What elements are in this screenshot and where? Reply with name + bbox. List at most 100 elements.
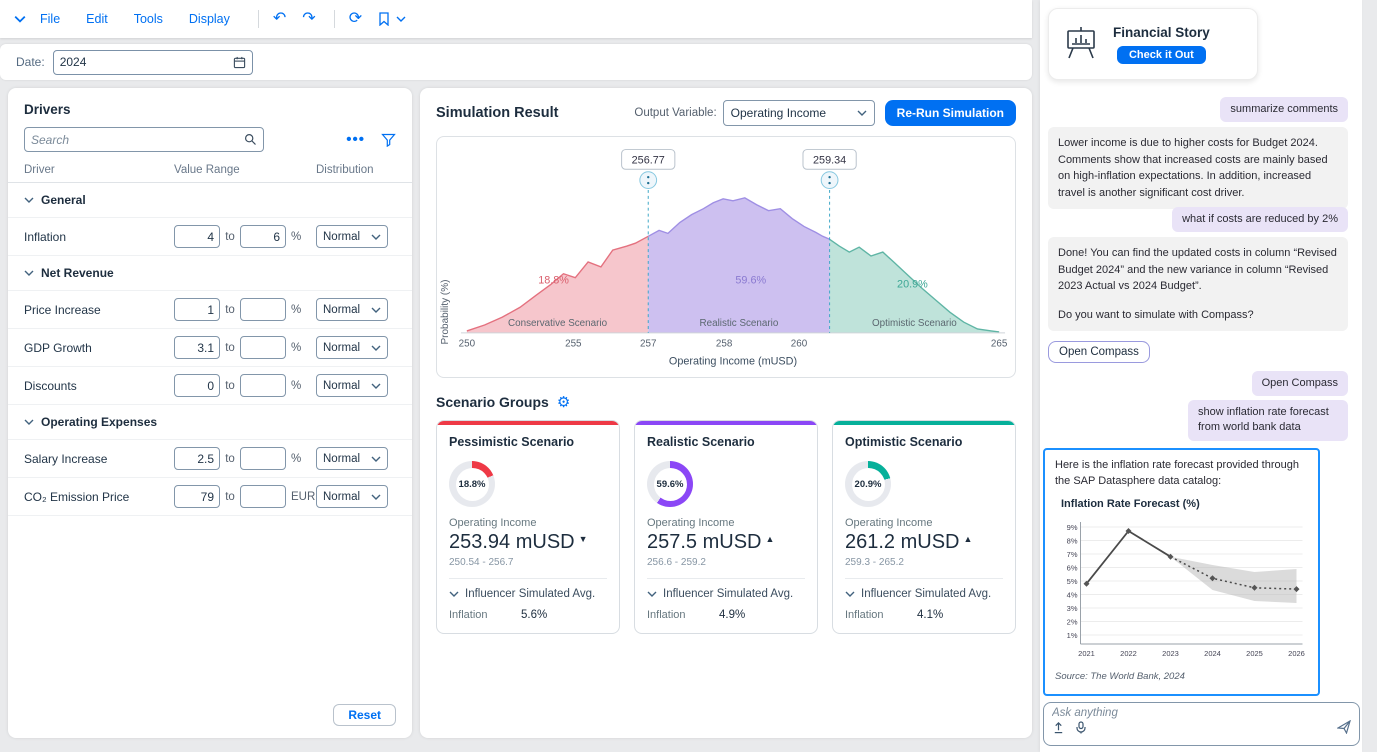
date-field[interactable] xyxy=(53,50,253,75)
microphone-icon[interactable] xyxy=(1075,721,1087,734)
menu-tools[interactable]: Tools xyxy=(134,12,163,26)
search-field[interactable] xyxy=(24,127,264,152)
send-icon[interactable] xyxy=(1337,720,1351,734)
reset-button[interactable]: Reset xyxy=(333,704,396,726)
menu-file[interactable]: File xyxy=(40,12,60,26)
toolbar-collapse-icon[interactable] xyxy=(14,15,26,23)
filter-bar: Date: xyxy=(0,44,1032,80)
chevron-down-icon xyxy=(371,456,381,462)
section-general[interactable]: General xyxy=(8,183,412,218)
to-label: to xyxy=(220,304,240,316)
driver-row-salary-increase: Salary Increase to % Normal xyxy=(8,440,412,478)
output-variable-select[interactable]: Operating Income xyxy=(723,100,875,126)
optimistic-scenario-card[interactable]: Optimistic Scenario 20.9% Operating Inco… xyxy=(832,420,1016,634)
range-from-input[interactable] xyxy=(174,447,220,470)
influencer-toggle[interactable]: Influencer Simulated Avg. xyxy=(449,588,607,600)
column-value-range: Value Range xyxy=(174,164,316,176)
filter-icon[interactable] xyxy=(381,133,396,147)
chat-input-actions xyxy=(1052,720,1351,734)
realistic-region-label: Realistic Scenario xyxy=(700,318,779,329)
menu-edit[interactable]: Edit xyxy=(86,12,108,26)
assistant-text: Here is the inflation rate forecast prov… xyxy=(1055,458,1308,490)
menu-display[interactable]: Display xyxy=(189,12,230,26)
chevron-down-icon xyxy=(845,591,855,597)
pessimistic-scenario-card[interactable]: Pessimistic Scenario 18.8% Operating Inc… xyxy=(436,420,620,634)
probability-donut: 59.6% xyxy=(647,461,693,507)
realistic-scenario-card[interactable]: Realistic Scenario 59.6% Operating Incom… xyxy=(634,420,818,634)
marker-high-value: 259.34 xyxy=(813,154,846,166)
range-from-input[interactable] xyxy=(174,336,220,359)
section-net-revenue[interactable]: Net Revenue xyxy=(8,256,412,291)
y-tick: 8% xyxy=(1067,536,1078,545)
main-toolbar: File Edit Tools Display ↶ ↷ ⟳ xyxy=(0,0,1032,38)
scenario-cards: Pessimistic Scenario 18.8% Operating Inc… xyxy=(436,420,1016,634)
distribution-select[interactable]: Normal xyxy=(316,374,388,397)
chat-input[interactable] xyxy=(1052,707,1351,719)
probability-value: 18.8% xyxy=(456,468,489,501)
bookmark-chevron-icon[interactable] xyxy=(396,16,406,22)
refresh-icon[interactable]: ⟳ xyxy=(349,11,362,27)
redo-icon[interactable]: ↷ xyxy=(302,11,315,27)
section-operating-expenses[interactable]: Operating Expenses xyxy=(8,405,412,440)
range-to-input[interactable] xyxy=(240,447,286,470)
financial-story-card[interactable]: Financial Story Check it Out xyxy=(1048,8,1258,80)
range-from-input[interactable] xyxy=(174,374,220,397)
range-from-input[interactable] xyxy=(174,485,220,508)
check-it-out-button[interactable]: Check it Out xyxy=(1117,46,1206,64)
distribution-select[interactable]: Normal xyxy=(316,298,388,321)
conservative-region-label: Conservative Scenario xyxy=(508,318,608,329)
overflow-menu-icon[interactable]: ••• xyxy=(346,131,365,148)
y-tick: 4% xyxy=(1067,590,1078,599)
search-icon[interactable] xyxy=(244,133,257,146)
date-input[interactable] xyxy=(60,55,233,69)
influencer-toggle[interactable]: Influencer Simulated Avg. xyxy=(647,588,805,600)
marker-high-handle[interactable] xyxy=(821,172,838,189)
calendar-icon[interactable] xyxy=(233,56,246,69)
unit-label: % xyxy=(286,304,316,316)
chart-source: Source: The World Bank, 2024 xyxy=(1055,671,1308,682)
x-tick: 2024 xyxy=(1204,649,1221,658)
range-to-input[interactable] xyxy=(240,298,286,321)
chevron-down-icon xyxy=(24,419,34,425)
range-to-input[interactable] xyxy=(240,485,286,508)
card-title: Realistic Scenario xyxy=(647,435,805,449)
driver-row-gdp-growth: GDP Growth to % Normal xyxy=(8,329,412,367)
realistic-region xyxy=(648,198,829,333)
influencer-toggle[interactable]: Influencer Simulated Avg. xyxy=(845,588,1003,600)
metric-label: Operating Income xyxy=(647,517,805,529)
range-to-input[interactable] xyxy=(240,374,286,397)
range-from-input[interactable] xyxy=(174,298,220,321)
chevron-down-icon xyxy=(24,270,34,276)
distribution-select[interactable]: Normal xyxy=(316,336,388,359)
bookmark-icon[interactable] xyxy=(378,12,390,26)
x-tick: 265 xyxy=(991,339,1008,350)
search-input[interactable] xyxy=(31,133,244,147)
toolbar-separator xyxy=(258,10,259,28)
conservative-share-label: 18.8% xyxy=(538,275,569,287)
distribution-chart-svg[interactable]: 256.77 259.34 18.8% 59.6% 20.9% Conserva… xyxy=(457,141,1009,373)
chevron-down-icon xyxy=(24,197,34,203)
handle-dot xyxy=(647,182,649,184)
influencer-row: Inflation 4.9% xyxy=(647,609,805,621)
chat-input-box[interactable] xyxy=(1043,702,1360,746)
rerun-simulation-button[interactable]: Re-Run Simulation xyxy=(885,100,1016,126)
marker-low-handle[interactable] xyxy=(640,172,657,189)
distribution-select[interactable]: Normal xyxy=(316,485,388,508)
influencer-value: 4.9% xyxy=(719,609,745,621)
gear-icon[interactable]: ⚙ xyxy=(557,395,570,410)
upload-icon[interactable] xyxy=(1052,721,1065,734)
open-compass-button[interactable]: Open Compass xyxy=(1048,341,1150,363)
user-message: Open Compass xyxy=(1252,371,1348,396)
undo-icon[interactable]: ↶ xyxy=(273,11,286,27)
simulation-header: Simulation Result Output Variable: Opera… xyxy=(436,100,1016,126)
trend-up-icon: ▲ xyxy=(766,534,775,544)
distribution-select[interactable]: Normal xyxy=(316,447,388,470)
range-to-input[interactable] xyxy=(240,336,286,359)
range-from-input[interactable] xyxy=(174,225,220,248)
drivers-footer: Reset xyxy=(8,704,412,726)
handle-dot xyxy=(828,176,830,178)
metric-range: 250.54 - 256.7 xyxy=(449,557,607,579)
distribution-value: Normal xyxy=(323,453,360,465)
range-to-input[interactable] xyxy=(240,225,286,248)
distribution-select[interactable]: Normal xyxy=(316,225,388,248)
